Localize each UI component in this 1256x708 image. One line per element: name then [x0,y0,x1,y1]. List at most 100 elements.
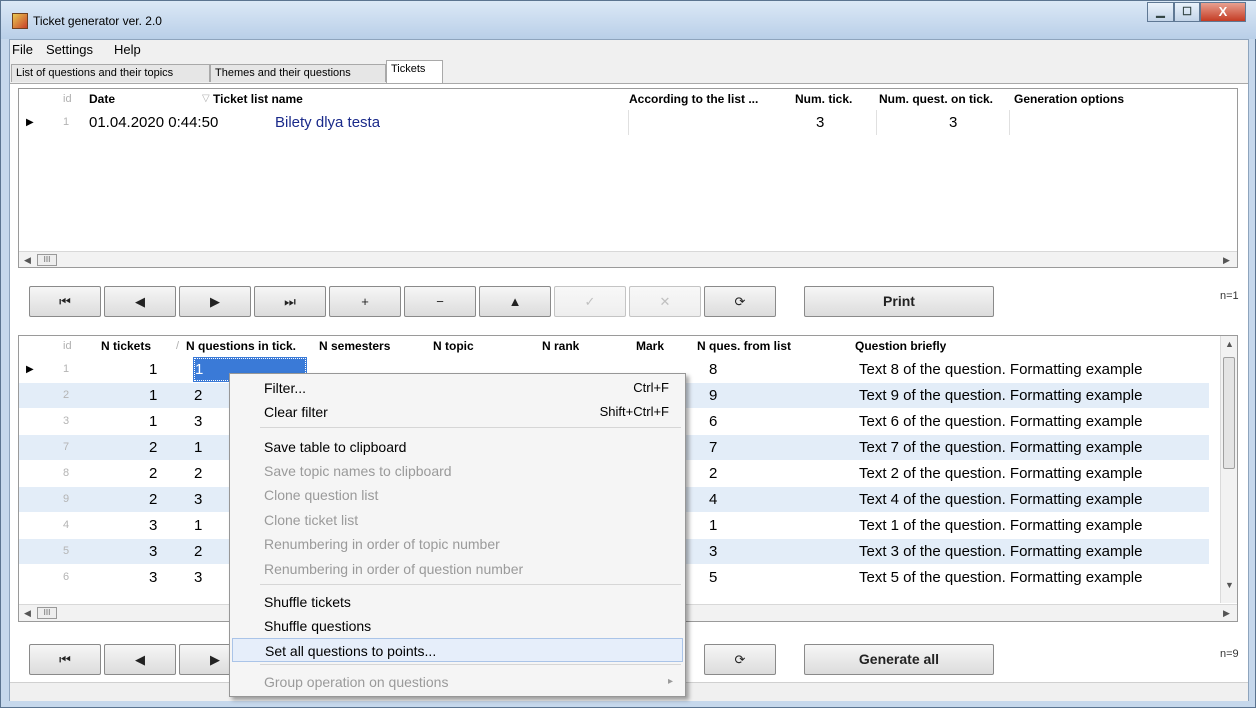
menu-item-group-operation[interactable]: Group operation on questions ▸ [232,670,683,694]
row-num-quest[interactable]: 3 [949,110,957,135]
menu-item-shuffle-tickets[interactable]: Shuffle tickets [232,590,683,614]
column-header-num-quest-on-tick[interactable]: Num. quest. on tick. [879,89,993,109]
row-n-ques-from-list[interactable]: 7 [709,435,717,460]
menu-item-filter[interactable]: Filter... Ctrl+F [232,376,683,400]
row-question-briefly[interactable]: Text 7 of the question. Formatting examp… [859,435,1142,460]
row-question-briefly[interactable]: Text 1 of the question. Formatting examp… [859,513,1142,538]
vertical-scrollbar-thumb[interactable] [1223,357,1235,469]
row-n-ques-from-list[interactable]: 5 [709,565,717,590]
row-n-tickets[interactable]: 1 [149,409,157,434]
row-question-briefly[interactable]: Text 4 of the question. Formatting examp… [859,487,1142,512]
row-n-questions-in-tick[interactable]: 1 [194,435,202,460]
row-n-tickets[interactable]: 1 [149,383,157,408]
row-n-questions-in-tick[interactable]: 3 [194,487,202,512]
row-question-briefly[interactable]: Text 8 of the question. Formatting examp… [859,357,1142,382]
column-header-num-tick[interactable]: Num. tick. [795,89,852,109]
row-n-ques-from-list[interactable]: 2 [709,461,717,486]
row-question-briefly[interactable]: Text 9 of the question. Formatting examp… [859,383,1142,408]
menu-item-clear-filter[interactable]: Clear filter Shift+Ctrl+F [232,400,683,424]
print-button[interactable]: Print [804,286,994,317]
row-question-briefly[interactable]: Text 5 of the question. Formatting examp… [859,565,1142,590]
column-header-n-semesters[interactable]: N semesters [319,336,390,356]
menu-item-clone-question-list[interactable]: Clone question list [232,483,683,507]
column-header-n-ques-from-list[interactable]: N ques. from list [697,336,791,356]
row-n-questions-in-tick[interactable]: 3 [194,409,202,434]
prior-record-button[interactable]: ◀ [104,286,176,317]
add-record-button[interactable]: + [329,286,401,317]
edit-record-button[interactable]: ▲ [479,286,551,317]
column-header-generation-options[interactable]: Generation options [1014,89,1124,109]
last-record-button[interactable]: ⏭ [254,286,326,317]
row-n-ques-from-list[interactable]: 8 [709,357,717,382]
row-n-tickets[interactable]: 1 [149,357,157,382]
delete-record-button[interactable]: − [404,286,476,317]
row-question-briefly[interactable]: Text 6 of the question. Formatting examp… [859,409,1142,434]
menu-item-save-table-to-clipboard[interactable]: Save table to clipboard [232,435,683,459]
scroll-left-icon[interactable]: ◀ [19,605,36,621]
row-n-tickets[interactable]: 3 [149,565,157,590]
row-n-tickets[interactable]: 3 [149,513,157,538]
column-header-mark[interactable]: Mark [636,336,664,356]
next-record-button[interactable]: ▶ [179,286,251,317]
row-n-tickets[interactable]: 3 [149,539,157,564]
menu-item-save-topic-names[interactable]: Save topic names to clipboard [232,459,683,483]
ticket-lists-grid[interactable]: id Date ▽ Ticket list name According to … [18,88,1238,268]
row-date[interactable]: 01.04.2020 0:44:50 [89,110,218,135]
first-record-button[interactable]: ⏮ [29,286,101,317]
close-button[interactable]: X [1200,2,1246,22]
row-n-questions-in-tick[interactable]: 1 [194,513,202,538]
scrollbar-thumb[interactable]: III [37,254,57,266]
table-row[interactable]: ▶ 1 01.04.2020 0:44:50 Bilety dlya testa… [19,110,1209,135]
column-header-date[interactable]: Date [89,89,115,109]
row-n-questions-in-tick[interactable]: 2 [194,383,202,408]
menu-item-renumber-by-topic[interactable]: Renumbering in order of topic number [232,532,683,556]
scroll-right-icon[interactable]: ▶ [1218,252,1235,267]
column-header-n-questions-in-tick[interactable]: N questions in tick. [186,336,296,356]
scroll-left-icon[interactable]: ◀ [19,252,36,267]
first-record-button[interactable]: ⏮ [29,644,101,675]
horizontal-scrollbar[interactable]: ◀ III ▶ [19,251,1237,267]
cancel-edit-button[interactable]: ✕ [629,286,701,317]
row-n-tickets[interactable]: 2 [149,461,157,486]
row-n-tickets[interactable]: 2 [149,435,157,460]
row-n-questions-in-tick[interactable]: 2 [194,461,202,486]
scroll-up-icon[interactable]: ▲ [1221,336,1237,353]
column-header-n-topic[interactable]: N topic [433,336,474,356]
row-ticket-list-name[interactable]: Bilety dlya testa [275,110,380,135]
column-header-ticket-list-name[interactable]: Ticket list name [213,89,303,109]
tab-tickets[interactable]: Tickets [386,60,443,83]
column-header-according-to-list[interactable]: According to the list ... [629,89,758,109]
row-n-ques-from-list[interactable]: 4 [709,487,717,512]
generate-all-button[interactable]: Generate all [804,644,994,675]
column-header-n-rank[interactable]: N rank [542,336,579,356]
menu-item-set-all-questions-to-points[interactable]: Set all questions to points... [232,638,683,662]
minimize-button[interactable]: ▁ [1147,2,1174,22]
scroll-down-icon[interactable]: ▼ [1221,577,1237,594]
title-bar[interactable]: Ticket generator ver. 2.0 ▁ ☐ X [1,1,1256,39]
menu-item-shuffle-questions[interactable]: Shuffle questions [232,614,683,638]
row-n-tickets[interactable]: 2 [149,487,157,512]
scroll-right-icon[interactable]: ▶ [1218,605,1235,621]
menu-item-renumber-by-question[interactable]: Renumbering in order of question number [232,557,683,581]
column-header-id[interactable]: id [63,89,72,109]
row-n-questions-in-tick[interactable]: 2 [194,539,202,564]
menu-help[interactable]: Help [114,42,141,57]
row-question-briefly[interactable]: Text 2 of the question. Formatting examp… [859,461,1142,486]
menu-file[interactable]: File [12,42,33,57]
refresh-button[interactable]: ⟳ [704,644,776,675]
row-n-ques-from-list[interactable]: 1 [709,513,717,538]
row-n-questions-in-tick[interactable]: 3 [194,565,202,590]
tab-themes-questions[interactable]: Themes and their questions [210,64,386,82]
scrollbar-thumb[interactable]: III [37,607,57,619]
prior-record-button[interactable]: ◀ [104,644,176,675]
menu-item-clone-ticket-list[interactable]: Clone ticket list [232,508,683,532]
post-edit-button[interactable]: ✓ [554,286,626,317]
column-header-n-tickets[interactable]: N tickets [101,336,151,356]
row-n-ques-from-list[interactable]: 9 [709,383,717,408]
column-header-question-briefly[interactable]: Question briefly [855,336,946,356]
row-n-ques-from-list[interactable]: 3 [709,539,717,564]
menu-settings[interactable]: Settings [46,42,93,57]
row-question-briefly[interactable]: Text 3 of the question. Formatting examp… [859,539,1142,564]
row-num-tick[interactable]: 3 [816,110,824,135]
maximize-button[interactable]: ☐ [1174,2,1200,22]
